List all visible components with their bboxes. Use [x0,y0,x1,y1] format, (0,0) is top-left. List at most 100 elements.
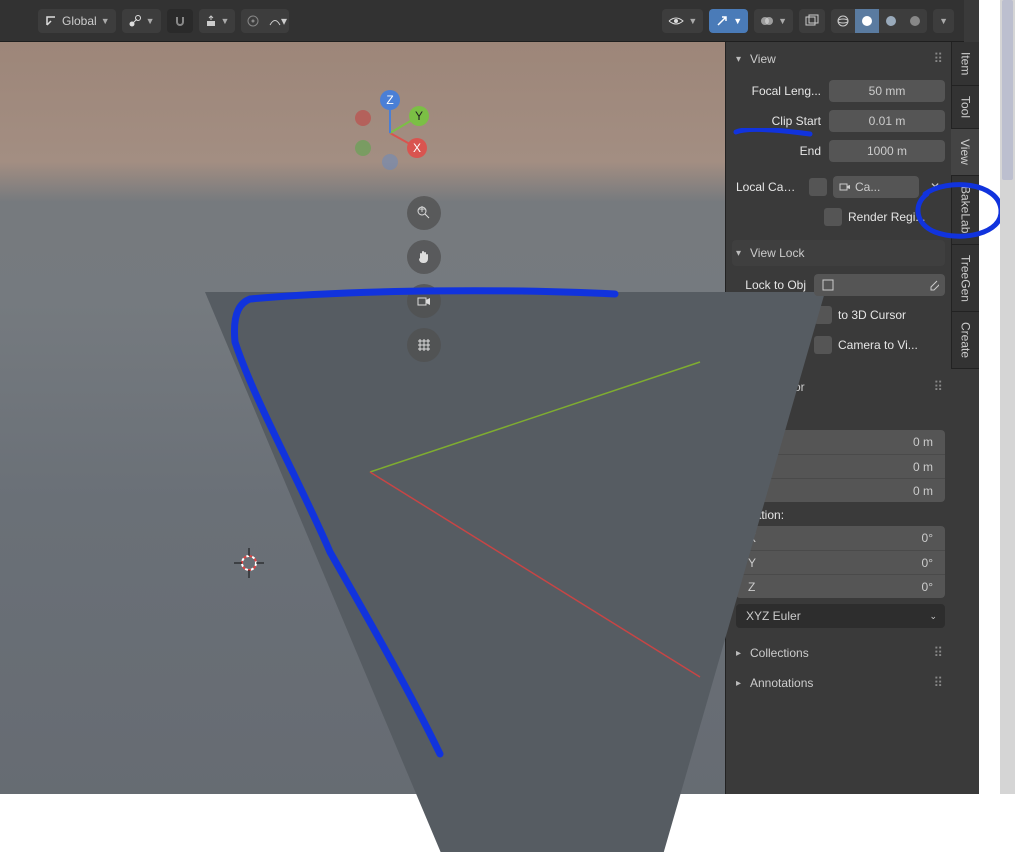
tab-create[interactable]: Create [951,312,979,369]
local-camera-field[interactable]: Ca... [833,176,919,198]
tab-tool[interactable]: Tool [951,86,979,129]
gizmo-arrow-icon [715,14,729,28]
render-region-label: Render Regi... [848,210,945,224]
camera-view-button[interactable] [407,284,441,318]
proportional-falloff-dropdown[interactable]: ▾ [265,9,289,33]
viewport-nav-buttons: + [407,196,441,362]
section-header-view[interactable]: ▾ View ⠿ [732,46,945,72]
section-header-annotations[interactable]: ▸ Annotations ⠿ [732,670,945,696]
chevron-down-icon: ▼ [221,16,230,26]
camera-icon [416,293,432,309]
nav-gizmo[interactable]: X Y Z [345,88,435,178]
chevron-down-icon: ▼ [733,16,742,26]
shading-solid[interactable] [855,9,879,33]
xray-icon [804,14,820,28]
tab-treegen[interactable]: TreeGen [951,245,979,313]
disclosure-down-icon: ▾ [736,248,750,259]
header-toolbar: Global ▼ ▼ ▼ ▾ ▼ [0,0,964,42]
scrollbar-thumb[interactable] [1002,0,1013,180]
cursor-rotation-x[interactable]: X0° [736,526,945,550]
hand-icon [416,249,432,265]
lock-to-object-label: Lock to Obj [736,278,808,292]
chevron-down-icon: ▼ [778,16,787,26]
pivot-icon [128,14,142,28]
snap-dropdown[interactable]: ▼ [199,9,236,33]
object-icon [822,279,834,291]
lock-to-cursor-label: to 3D Cursor [838,308,945,322]
camera-object-icon [839,181,851,193]
clip-end-label: End [736,144,823,158]
chevron-down-icon: ▾ [281,14,287,28]
clip-start-field[interactable]: 0.01 m [829,110,945,132]
section-title: View Lock [750,246,804,260]
section-title: Collections [750,646,809,660]
solid-sphere-icon [860,14,874,28]
drag-grip-icon[interactable]: ⠿ [933,645,941,661]
orientation-label: Global [62,14,97,28]
tab-view[interactable]: View [951,129,979,176]
disclosure-right-icon: ▸ [736,678,750,689]
chevron-down-icon: ▼ [688,16,697,26]
grid-icon [416,337,432,353]
svg-text:Y: Y [415,109,423,123]
wire-sphere-icon [836,14,850,28]
render-region-checkbox[interactable] [824,208,842,226]
disclosure-right-icon: ▸ [736,648,750,659]
orientation-icon [44,14,58,28]
shading-wireframe[interactable] [831,9,855,33]
visibility-dropdown[interactable]: ▼ [662,9,703,33]
perspective-button[interactable] [407,328,441,362]
clear-camera-button[interactable]: ✕ [925,176,945,198]
annotation-underline [730,128,820,142]
svg-text:Z: Z [386,93,393,107]
zoom-button[interactable]: + [407,196,441,230]
pivot-dropdown[interactable]: ▼ [122,9,161,33]
rotation-mode-dropdown[interactable]: XYZ Euler ⌄ [736,604,945,628]
eyedropper-icon [927,279,939,291]
tab-item[interactable]: Item [951,42,979,86]
proportional-icon [246,14,260,28]
overlays-icon [760,14,774,28]
overlays-dropdown[interactable]: ▼ [754,9,793,33]
clip-end-field[interactable]: 1000 m [829,140,945,162]
chevron-down-icon: ▼ [939,16,948,26]
pan-button[interactable] [407,240,441,274]
proportional-toggle[interactable] [241,9,265,33]
disclosure-down-icon: ▾ [736,54,750,65]
chevron-down-icon: ▼ [146,16,155,26]
camera-to-view-label: Camera to Vi... [838,338,945,352]
drag-grip-icon[interactable]: ⠿ [933,51,941,67]
shading-dropdown[interactable]: ▼ [933,9,954,33]
lock-to-object-field[interactable] [814,274,945,296]
snap-target-icon [205,15,217,27]
chevron-down-icon: ▼ [101,16,110,26]
svg-text:X: X [413,141,421,155]
camera-to-view-checkbox[interactable] [814,336,832,354]
npanel-tabs: Item Tool View BakeLab TreeGen Create [951,42,979,794]
shading-matprev[interactable] [879,9,903,33]
gizmo-dropdown[interactable]: ▼ [709,9,748,33]
magnet-icon [173,14,187,28]
snap-toggle[interactable] [167,9,193,33]
transform-orientation-dropdown[interactable]: Global ▼ [38,9,116,33]
cursor-rotation-z[interactable]: Z0° [736,574,945,598]
matprev-sphere-icon [884,14,898,28]
window-scrollbar[interactable] [1000,0,1015,794]
tab-bakelab[interactable]: BakeLab [951,176,979,244]
viewport-3d[interactable]: X Y Z + [0,42,725,794]
cursor-3d-icon [232,546,266,580]
section-header-collections[interactable]: ▸ Collections ⠿ [732,640,945,666]
drag-grip-icon[interactable]: ⠿ [933,675,941,691]
shading-mode-segment [831,9,927,33]
focal-length-label: Focal Leng... [736,84,823,98]
local-camera-checkbox[interactable] [809,178,827,196]
rotation-label: Rotation: [736,508,945,522]
section-title: View [750,52,776,66]
xray-toggle[interactable] [799,9,825,33]
cursor-rotation-y[interactable]: Y0° [736,550,945,574]
drag-grip-icon[interactable]: ⠿ [933,379,941,395]
section-header-view-lock[interactable]: ▾ View Lock [732,240,945,266]
chevron-down-icon: ⌄ [929,611,937,622]
focal-length-field[interactable]: 50 mm [829,80,945,102]
shading-rendered[interactable] [903,9,927,33]
